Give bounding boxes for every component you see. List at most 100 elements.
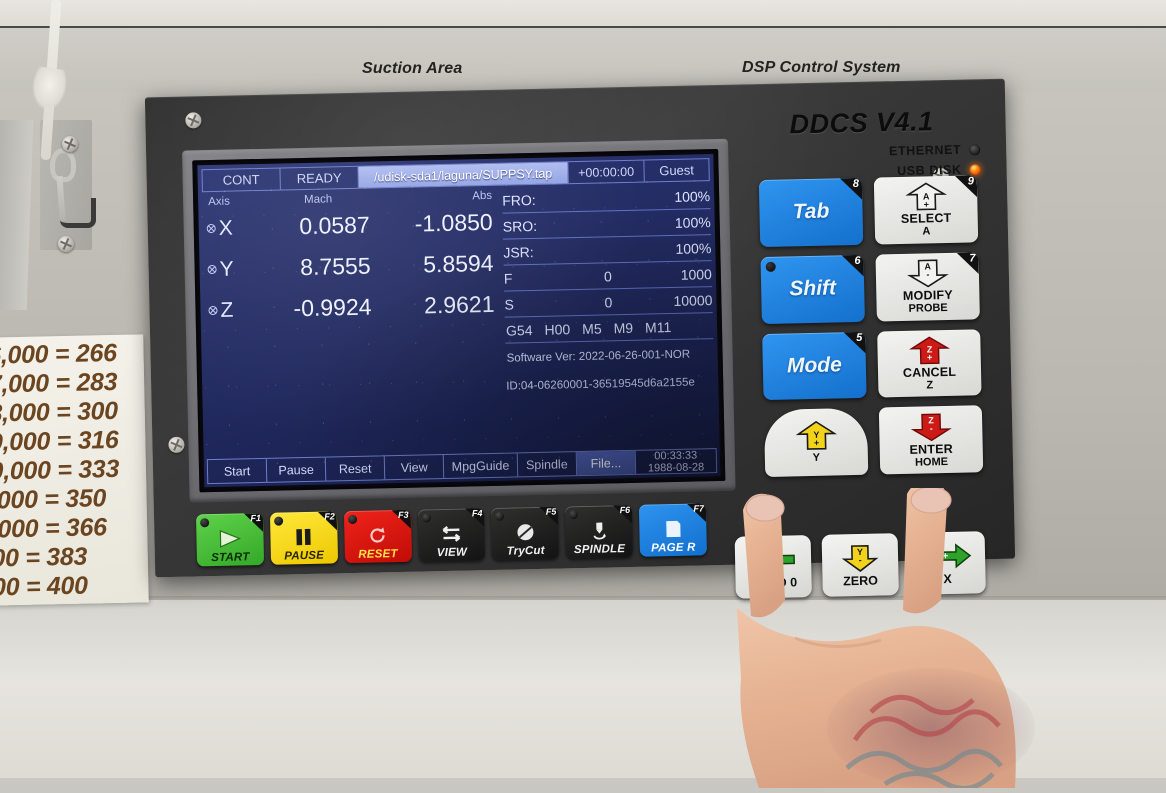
status-indicator[interactable]: READY xyxy=(280,166,359,190)
key-label: Tab xyxy=(792,199,830,224)
dro-mach-x: 0.0587 xyxy=(299,211,370,240)
key-y-plus[interactable]: Y + Y xyxy=(763,408,869,478)
dro-mach-y: 8.7555 xyxy=(299,252,371,281)
dro-mach-z: -0.9924 xyxy=(293,293,372,322)
usb-disk-led-icon xyxy=(969,163,981,175)
softkey-view[interactable]: View xyxy=(384,454,445,480)
softkey-spindle[interactable]: Spindle xyxy=(517,452,578,477)
fkey-label: TryCut xyxy=(506,544,545,558)
key-enter-home[interactable]: Z - ENTER HOME xyxy=(878,405,984,475)
fkey-start[interactable]: F1 START xyxy=(195,512,264,567)
dro-axis-label-y: Y xyxy=(203,256,262,281)
bezel-screw xyxy=(168,436,185,454)
softkey-reset[interactable]: Reset xyxy=(325,456,386,481)
fkey-number: F7 xyxy=(693,503,705,514)
key-label: CANCEL xyxy=(902,364,957,380)
sro-spacer xyxy=(561,223,653,225)
arrow-up-z-plus-icon: Z + xyxy=(907,335,952,366)
axis-zero-icon xyxy=(208,305,218,316)
fkey-trycut[interactable]: F5 TryCut xyxy=(491,506,560,560)
dro-panel: Axis Mach Abs X 0.0587 -1.0850 Y 8.7555 … xyxy=(202,188,502,459)
gcode-tool: H00 xyxy=(544,320,571,338)
spindle-current: 0 xyxy=(604,293,613,310)
key-number: 5 xyxy=(856,331,863,344)
mode-indicator[interactable]: CONT xyxy=(202,168,281,192)
softkey-start[interactable]: Start xyxy=(207,458,268,484)
page-icon xyxy=(661,516,686,543)
clip-hook-icon xyxy=(60,198,96,228)
key-modify-probe[interactable]: 7 A - MODIFY PROBE xyxy=(875,252,980,322)
key-select-a[interactable]: 9 A + SELECT A xyxy=(873,175,979,245)
key-number: 8 xyxy=(852,177,860,191)
fro-spacer xyxy=(560,197,652,199)
jsr-value: 100% xyxy=(675,239,712,257)
bezel-screw xyxy=(185,112,202,129)
rpm-chart-row: 000 = 383 xyxy=(0,542,88,573)
dro-row-x[interactable]: X 0.0587 -1.0850 xyxy=(202,202,497,249)
fkey-view[interactable]: F4 VIEW xyxy=(417,508,486,562)
arrow-down-a-minus-icon: A - xyxy=(905,258,950,289)
key-label: SELECT xyxy=(900,211,952,227)
ethernet-led-icon xyxy=(969,143,981,155)
dro-axis-label-z: Z xyxy=(204,297,263,322)
brand-block: DDCS V4.1 ETHERNET USB DISK xyxy=(789,105,981,180)
key-shift[interactable]: 6 Shift xyxy=(760,254,865,324)
softkey-mpgguide[interactable]: MpgGuide xyxy=(443,453,519,478)
fkey-number: F4 xyxy=(471,508,483,519)
gcode-wcs: G54 xyxy=(505,321,533,339)
key-tab[interactable]: 8 Tab xyxy=(758,177,864,247)
fkey-label: START xyxy=(211,551,250,565)
rpm-chart-row: 19,000 = 316 xyxy=(0,425,119,457)
key-mode[interactable]: 5 Mode xyxy=(762,331,867,401)
axis-zero-icon xyxy=(207,264,217,275)
axis-name-z: Z xyxy=(220,298,234,322)
fro-value: 100% xyxy=(674,187,711,205)
key-led-icon xyxy=(569,510,579,520)
key-sublabel: PROBE xyxy=(908,302,948,316)
ethernet-led-row: ETHERNET xyxy=(790,142,981,160)
arrow-up-y-plus-icon: Y + xyxy=(794,421,839,452)
fkey-label: RESET xyxy=(358,548,398,561)
view-arrows-icon xyxy=(437,521,466,548)
fkey-label: VIEW xyxy=(436,546,468,560)
spindle-label: S xyxy=(504,295,514,313)
fkey-page-r[interactable]: F7 PAGE R xyxy=(639,503,708,557)
key-label: ENTER xyxy=(909,441,954,457)
operator-hand xyxy=(735,481,1165,791)
svg-text:-: - xyxy=(929,423,932,433)
panel-screw xyxy=(62,136,78,152)
rpm-chart-row: 20,000 = 333 xyxy=(0,454,120,486)
softkey-pause[interactable]: Pause xyxy=(266,457,327,482)
gcode-aux: M11 xyxy=(644,318,672,336)
dro-row-z[interactable]: Z -0.9924 2.9621 xyxy=(204,284,499,331)
key-sublabel: Z xyxy=(926,379,934,392)
trycut-icon xyxy=(513,519,538,546)
axis-zero-icon xyxy=(206,223,216,234)
fro-label: FRO: xyxy=(502,191,536,209)
parameter-panel: FRO: 100% SRO: 100% JSR: 100% F 0 1000 S… xyxy=(496,183,716,453)
lcd-screen: CONT READY /udisk-sda1/laguna/SUPPSY.tap… xyxy=(197,154,721,488)
user-indicator[interactable]: Guest xyxy=(644,159,708,181)
feed-label: F xyxy=(503,269,513,287)
axis-name-x: X xyxy=(218,216,233,240)
fkey-pause[interactable]: F2 PAUSE xyxy=(269,511,338,565)
key-number: 9 xyxy=(967,175,975,188)
key-led-icon xyxy=(421,513,431,523)
clock-time: 00:33:33 xyxy=(654,448,698,462)
spindle-icon xyxy=(587,517,612,544)
key-sublabel: HOME xyxy=(914,455,949,469)
rpm-chart-row: 17,000 = 283 xyxy=(0,367,118,399)
softkey-file[interactable]: File... xyxy=(576,450,637,476)
feed-target: 1000 xyxy=(680,265,713,283)
fkey-number: F3 xyxy=(397,509,409,521)
fkey-label: PAGE R xyxy=(651,541,696,555)
fkey-spindle[interactable]: F6 SPINDLE xyxy=(565,504,634,559)
key-cancel-z[interactable]: Z + CANCEL Z xyxy=(877,328,982,398)
function-key-row: F1 START F2 PAUSE F3 RESET F4 VIEW F5 Tr… xyxy=(195,503,708,567)
arrow-down-z-minus-icon: Z - xyxy=(908,412,953,443)
screen-bezel: CONT READY /udisk-sda1/laguna/SUPPSY.tap… xyxy=(182,138,736,503)
lcd-body: Axis Mach Abs X 0.0587 -1.0850 Y 8.7555 … xyxy=(198,181,720,459)
key-sublabel: A xyxy=(922,225,931,238)
dro-row-y[interactable]: Y 8.7555 5.8594 xyxy=(203,243,498,290)
fkey-reset[interactable]: F3 RESET xyxy=(343,509,412,564)
